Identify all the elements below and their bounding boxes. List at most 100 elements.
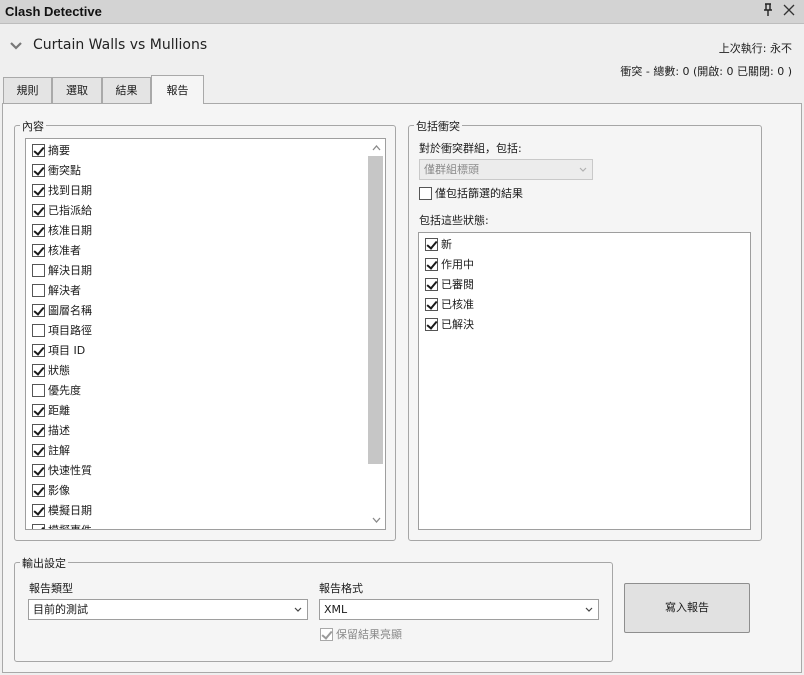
contents-item-checkbox[interactable]: [32, 423, 45, 437]
contents-item-label: 項目路徑: [48, 324, 92, 337]
contents-item[interactable]: 項目路徑: [32, 321, 92, 339]
contents-item-checkbox[interactable]: [32, 183, 45, 197]
contents-item-checkbox[interactable]: [32, 303, 45, 317]
contents-item-label: 核准者: [48, 244, 81, 257]
status-item-label: 作用中: [441, 258, 474, 271]
status-item[interactable]: 新: [425, 235, 452, 253]
contents-item[interactable]: 解決日期: [32, 261, 92, 279]
contents-item-label: 核准日期: [48, 224, 92, 237]
clash-summary: 衝突 - 總數: 0 (開啟: 0 已關閉: 0 ): [620, 65, 792, 78]
status-checklist[interactable]: 新作用中已審閱已核准已解決: [418, 232, 751, 530]
contents-item[interactable]: 衝突點: [32, 161, 81, 179]
contents-item[interactable]: 模擬事件: [32, 521, 92, 529]
contents-item-checkbox[interactable]: [32, 223, 45, 237]
contents-item[interactable]: 圖層名稱: [32, 301, 92, 319]
contents-item-checkbox[interactable]: [32, 483, 45, 497]
contents-item-checkbox[interactable]: [32, 263, 45, 277]
keep-highlighting-option[interactable]: 保留結果亮顯: [320, 626, 402, 642]
contents-item[interactable]: 描述: [32, 421, 70, 439]
title-bar: [0, 0, 804, 24]
status-item-label: 已核准: [441, 298, 474, 311]
contents-item-label: 註解: [48, 444, 70, 457]
contents-item-checkbox[interactable]: [32, 323, 45, 337]
chevron-down-icon: [579, 167, 587, 172]
report-format-combo[interactable]: XML: [319, 599, 599, 620]
status-item-checkbox[interactable]: [425, 277, 438, 291]
report-type-combo[interactable]: 目前的測試: [28, 599, 308, 620]
contents-item-checkbox[interactable]: [32, 143, 45, 157]
report-format-value: XML: [324, 603, 348, 616]
contents-item-label: 衝突點: [48, 164, 81, 177]
contents-item-label: 影像: [48, 484, 70, 497]
contents-checklist[interactable]: 摘要衝突點找到日期已指派給核准日期核准者解決日期解決者圖層名稱項目路徑項目 ID…: [25, 138, 386, 530]
contents-item-checkbox[interactable]: [32, 523, 45, 529]
contents-item-label: 找到日期: [48, 184, 92, 197]
pin-icon[interactable]: [760, 3, 776, 21]
contents-item[interactable]: 解決者: [32, 281, 81, 299]
contents-item[interactable]: 優先度: [32, 381, 81, 399]
scroll-down-icon[interactable]: [369, 513, 384, 527]
contents-item-checkbox[interactable]: [32, 463, 45, 477]
contents-item[interactable]: 模擬日期: [32, 501, 92, 519]
tab-report[interactable]: 報告: [151, 75, 204, 104]
scroll-thumb[interactable]: [368, 156, 383, 464]
status-item-checkbox[interactable]: [425, 257, 438, 271]
contents-item-label: 項目 ID: [48, 344, 86, 357]
contents-item[interactable]: 狀態: [32, 361, 70, 379]
status-item[interactable]: 已解決: [425, 315, 474, 333]
contents-item-label: 模擬事件: [48, 522, 92, 529]
write-report-button[interactable]: 寫入報告: [624, 583, 750, 633]
contents-item-checkbox[interactable]: [32, 343, 45, 357]
keep-highlighting-label: 保留結果亮顯: [336, 628, 402, 641]
collapse-chevron-icon[interactable]: [9, 41, 23, 51]
keep-highlighting-checkbox[interactable]: [320, 627, 333, 641]
scroll-up-icon[interactable]: [369, 141, 384, 155]
report-type-label: 報告類型: [29, 582, 73, 595]
status-item[interactable]: 已核准: [425, 295, 474, 313]
filtered-only-checkbox[interactable]: [419, 186, 432, 200]
window-title: Clash Detective: [5, 4, 102, 19]
filtered-only-option[interactable]: 僅包括篩選的結果: [419, 185, 523, 201]
close-icon[interactable]: [782, 3, 798, 21]
contents-item[interactable]: 註解: [32, 441, 70, 459]
status-item[interactable]: 作用中: [425, 255, 474, 273]
clash-groups-combo-value: 僅群組標頭: [424, 163, 479, 176]
contents-item[interactable]: 已指派給: [32, 201, 92, 219]
chevron-down-icon: [294, 607, 302, 612]
status-item-checkbox[interactable]: [425, 297, 438, 311]
output-settings-legend: 輸出設定: [20, 555, 68, 571]
contents-item-checkbox[interactable]: [32, 443, 45, 457]
contents-item-checkbox[interactable]: [32, 383, 45, 397]
contents-item-label: 解決日期: [48, 264, 92, 277]
status-item-label: 已解決: [441, 318, 474, 331]
status-item-checkbox[interactable]: [425, 237, 438, 251]
contents-item-checkbox[interactable]: [32, 163, 45, 177]
contents-item[interactable]: 項目 ID: [32, 341, 85, 359]
clash-groups-label: 對於衝突群組，包括:: [419, 142, 522, 155]
contents-item[interactable]: 核准日期: [32, 221, 92, 239]
status-item-checkbox[interactable]: [425, 317, 438, 331]
status-item[interactable]: 已審閱: [425, 275, 474, 293]
contents-item-label: 圖層名稱: [48, 304, 92, 317]
contents-item-checkbox[interactable]: [32, 363, 45, 377]
include-clashes-legend: 包括衝突: [414, 118, 462, 134]
contents-item-checkbox[interactable]: [32, 283, 45, 297]
contents-item[interactable]: 距離: [32, 401, 70, 419]
contents-item-checkbox[interactable]: [32, 243, 45, 257]
contents-item-checkbox[interactable]: [32, 403, 45, 417]
contents-item[interactable]: 影像: [32, 481, 70, 499]
last-run-label: 上次執行: 永不: [718, 42, 792, 55]
contents-item[interactable]: 找到日期: [32, 181, 92, 199]
contents-item-checkbox[interactable]: [32, 503, 45, 517]
contents-item-label: 狀態: [48, 364, 70, 377]
tab-select[interactable]: 選取: [52, 77, 102, 103]
clash-groups-combo[interactable]: 僅群組標頭: [419, 159, 593, 180]
tab-rules[interactable]: 規則: [3, 77, 52, 103]
contents-item-label: 距離: [48, 404, 70, 417]
contents-item-checkbox[interactable]: [32, 203, 45, 217]
contents-item-label: 模擬日期: [48, 504, 92, 517]
contents-item[interactable]: 摘要: [32, 141, 70, 159]
tab-results[interactable]: 結果: [102, 77, 151, 103]
contents-item[interactable]: 核准者: [32, 241, 81, 259]
contents-item[interactable]: 快速性質: [32, 461, 92, 479]
